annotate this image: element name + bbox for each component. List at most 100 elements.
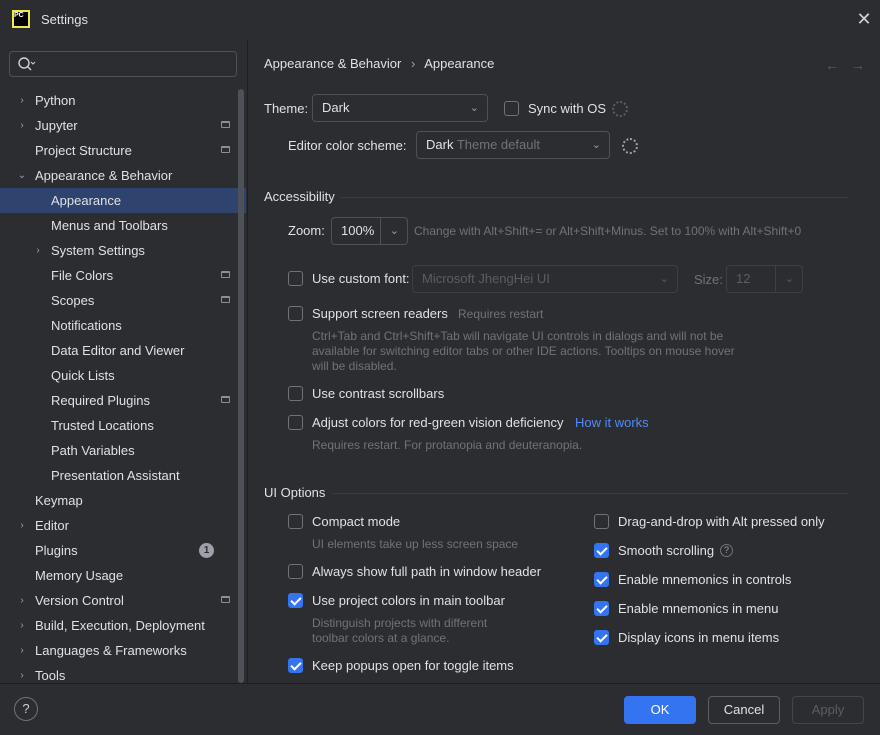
editor-color-scheme-label: Editor color scheme: <box>288 138 407 153</box>
project-colors-desc-2: toolbar colors at a glance. <box>312 631 450 645</box>
keep-popups-checkbox[interactable] <box>288 658 303 673</box>
theme-label: Theme: <box>264 101 309 116</box>
sync-with-os-label: Sync with OS <box>528 101 607 116</box>
sidebar-item-project-structure[interactable]: Project Structure <box>0 138 246 163</box>
color-scheme-dropdown[interactable]: Dark Theme default ⌄ <box>416 131 610 159</box>
sidebar-item-file-colors[interactable]: File Colors <box>0 263 246 288</box>
sidebar-item-label: Path Variables <box>51 443 135 458</box>
sidebar-item-label: Appearance <box>51 193 122 208</box>
chevron-down-icon: ⌄ <box>591 139 601 151</box>
full-path-checkbox[interactable] <box>288 564 303 579</box>
screen-readers-checkbox[interactable] <box>288 306 303 321</box>
forward-arrow-icon[interactable]: → <box>851 57 865 73</box>
sidebar-item-label: Presentation Assistant <box>51 468 180 483</box>
gear-icon[interactable] <box>612 101 628 117</box>
sidebar-item-presentation-assistant[interactable]: Presentation Assistant <box>0 463 246 488</box>
help-button[interactable]: ? <box>14 697 38 721</box>
how-it-works-link[interactable]: How it works <box>575 415 649 430</box>
color-scheme-gear-icon[interactable] <box>622 138 638 154</box>
sidebar-item-label: Memory Usage <box>35 568 124 583</box>
sidebar-item-label: Quick Lists <box>51 368 115 383</box>
sidebar-item-python[interactable]: › Python <box>0 88 246 113</box>
sidebar-item-quick-lists[interactable]: Quick Lists <box>0 363 246 388</box>
close-icon[interactable]: ✕ <box>854 9 874 29</box>
ok-button[interactable]: OK <box>624 696 696 724</box>
search-icon <box>18 57 36 71</box>
sidebar-item-path-variables[interactable]: Path Variables <box>0 438 246 463</box>
chevron-down-icon[interactable]: ⌄ <box>16 163 28 188</box>
project-colors-checkbox[interactable] <box>288 593 303 608</box>
sidebar-item-trusted-locations[interactable]: Trusted Locations <box>0 413 246 438</box>
sidebar-item-memory-usage[interactable]: Memory Usage <box>0 563 246 588</box>
mnemonics-controls-checkbox[interactable] <box>594 572 609 587</box>
sidebar-item-label: Data Editor and Viewer <box>51 343 185 358</box>
sidebar-item-label: Tools <box>35 668 66 683</box>
breadcrumb-parent[interactable]: Appearance & Behavior <box>264 56 401 71</box>
mnemonics-controls-label: Enable mnemonics in controls <box>618 572 792 587</box>
drag-drop-checkbox[interactable] <box>594 514 609 529</box>
sidebar-item-label: Menus and Toolbars <box>51 218 168 233</box>
sidebar-item-system-settings[interactable]: › System Settings <box>0 238 246 263</box>
sidebar-item-build-execution-deployment[interactable]: › Build, Execution, Deployment <box>0 613 246 638</box>
custom-font-dropdown[interactable]: Microsoft JhengHei UI ⌄ <box>412 265 678 293</box>
chevron-right-icon[interactable]: › <box>16 638 28 663</box>
project-level-icon <box>221 271 230 278</box>
contrast-scrollbars-label: Use contrast scrollbars <box>312 386 445 401</box>
chevron-right-icon[interactable]: › <box>16 613 28 638</box>
sidebar-item-label: Jupyter <box>35 118 78 133</box>
use-custom-font-checkbox[interactable] <box>288 271 303 286</box>
sidebar-item-appearance[interactable]: Appearance <box>0 188 246 213</box>
sidebar-item-plugins[interactable]: Plugins 1 <box>0 538 246 563</box>
sidebar-item-label: Required Plugins <box>51 393 151 408</box>
sidebar-scrollbar[interactable] <box>238 89 244 683</box>
drag-drop-label: Drag-and-drop with Alt pressed only <box>618 514 825 529</box>
sidebar-item-menus-and-toolbars[interactable]: Menus and Toolbars <box>0 213 246 238</box>
contrast-scrollbars-checkbox[interactable] <box>288 386 303 401</box>
font-size-label: Size: <box>694 272 723 287</box>
logo-text: PC <box>14 12 24 19</box>
sidebar-item-notifications[interactable]: Notifications <box>0 313 246 338</box>
sidebar-item-editor[interactable]: › Editor <box>0 513 246 538</box>
chevron-right-icon[interactable]: › <box>32 238 44 263</box>
chevron-right-icon[interactable]: › <box>16 663 28 688</box>
chevron-right-icon[interactable]: › <box>16 88 28 113</box>
smooth-scrolling-checkbox[interactable] <box>594 543 609 558</box>
sidebar-item-tools[interactable]: › Tools <box>0 663 246 688</box>
breadcrumb: Appearance & Behavior › Appearance <box>264 56 494 71</box>
compact-mode-desc: UI elements take up less screen space <box>312 537 519 551</box>
chevron-right-icon[interactable]: › <box>16 588 28 613</box>
compact-mode-checkbox[interactable] <box>288 514 303 529</box>
title-bar: PC Settings ✕ <box>0 0 880 40</box>
sidebar-item-keymap[interactable]: Keymap <box>0 488 246 513</box>
sidebar-item-languages-frameworks[interactable]: › Languages & Frameworks <box>0 638 246 663</box>
section-divider <box>332 493 848 494</box>
project-level-icon <box>221 296 230 303</box>
theme-dropdown[interactable]: Dark ⌄ <box>312 94 488 122</box>
display-icons-checkbox[interactable] <box>594 630 609 645</box>
zoom-dropdown[interactable]: 100% ⌄ <box>331 217 408 245</box>
breadcrumb-current: Appearance <box>424 56 495 71</box>
help-question-icon[interactable]: ? <box>720 544 733 557</box>
cancel-button[interactable]: Cancel <box>708 696 780 724</box>
chevron-right-icon[interactable]: › <box>16 513 28 538</box>
search-input[interactable] <box>9 51 237 77</box>
apply-button[interactable]: Apply <box>792 696 864 724</box>
back-arrow-icon[interactable]: ← <box>825 57 839 73</box>
chevron-right-icon[interactable]: › <box>16 113 28 138</box>
red-green-checkbox[interactable] <box>288 415 303 430</box>
sidebar-item-required-plugins[interactable]: Required Plugins <box>0 388 246 413</box>
zoom-hint: Change with Alt+Shift+= or Alt+Shift+Min… <box>414 224 802 238</box>
sidebar-item-version-control[interactable]: › Version Control <box>0 588 246 613</box>
sidebar-item-data-editor-and-viewer[interactable]: Data Editor and Viewer <box>0 338 246 363</box>
mnemonics-menu-checkbox[interactable] <box>594 601 609 616</box>
sidebar-item-appearance-behavior[interactable]: ⌄ Appearance & Behavior <box>0 163 246 188</box>
chevron-down-icon: ⌄ <box>784 273 794 285</box>
screen-readers-desc-2: available for switching editor tabs or o… <box>312 344 735 358</box>
font-size-dropdown[interactable]: 12 ⌄ <box>726 265 803 293</box>
sync-with-os-checkbox[interactable] <box>504 101 519 116</box>
sidebar-item-label: Trusted Locations <box>51 418 154 433</box>
display-icons-label: Display icons in menu items <box>618 630 780 645</box>
footer-divider <box>0 683 880 684</box>
sidebar-item-jupyter[interactable]: › Jupyter <box>0 113 246 138</box>
sidebar-item-scopes[interactable]: Scopes <box>0 288 246 313</box>
